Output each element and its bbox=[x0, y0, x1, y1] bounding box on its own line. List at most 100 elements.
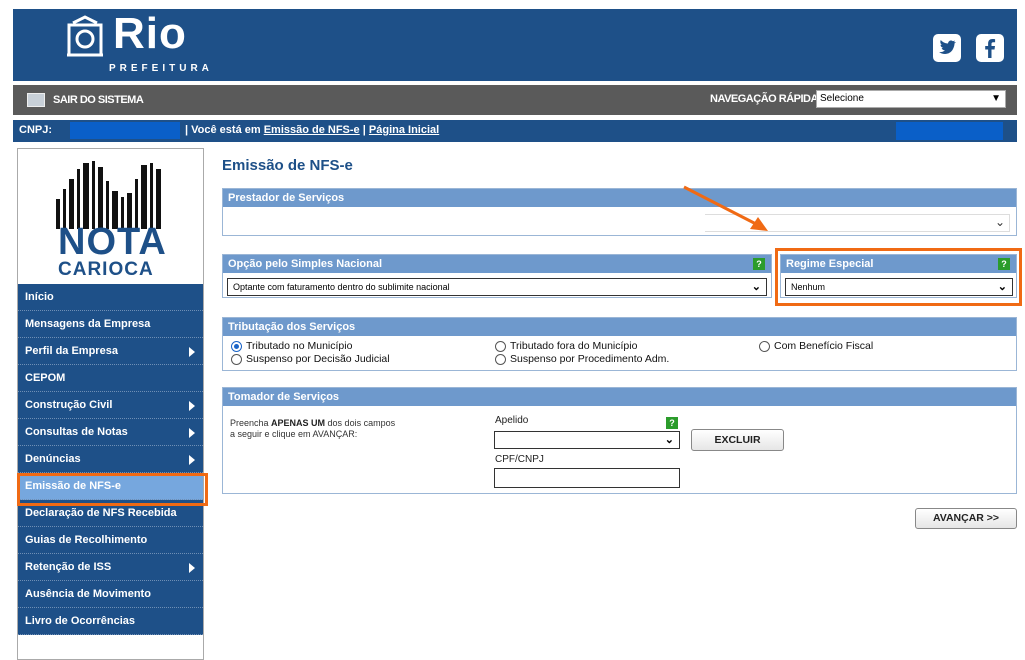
sidebar: NOTA CARIOCA Início Mensagens da Empresa… bbox=[17, 148, 204, 660]
caret-right-icon bbox=[189, 455, 195, 465]
sidebar-item-label: Declaração de NFS Recebida bbox=[25, 507, 177, 519]
apelido-label: Apelido bbox=[495, 415, 529, 426]
simples-header-label: Opção pelo Simples Nacional bbox=[228, 258, 383, 270]
simples-nacional-value: Optante com faturamento dentro do sublim… bbox=[233, 282, 450, 292]
apelido-select[interactable]: ⌄ bbox=[494, 431, 680, 449]
tributacao-panel: Tributação dos Serviços Tributado no Mun… bbox=[222, 317, 1017, 371]
tomador-instructions: Preencha APENAS UM dos dois campos a seg… bbox=[230, 418, 430, 440]
tomador-header: Tomador de Serviços bbox=[223, 388, 1016, 406]
breadcrumb-path: | Você está em Emissão de NFS-e | Página… bbox=[185, 124, 439, 136]
help-icon[interactable]: ? bbox=[753, 258, 765, 270]
highlight-box-emissao bbox=[17, 473, 208, 506]
prestador-panel: Prestador de Serviços ⌄ bbox=[222, 188, 1017, 236]
city-crest-icon bbox=[67, 15, 103, 57]
radio-suspenso-procedimento[interactable]: Suspenso por Procedimento Adm. bbox=[495, 353, 669, 365]
logo-carioca-text: CARIOCA bbox=[58, 259, 154, 280]
cpf-cnpj-input[interactable] bbox=[494, 468, 680, 488]
chevron-down-icon: ⌄ bbox=[751, 281, 761, 293]
sidebar-item-guias[interactable]: Guias de Recolhimento bbox=[18, 527, 203, 554]
site-header: Rio PREFEITURA bbox=[13, 9, 1017, 81]
sidebar-item-label: Consultas de Notas bbox=[25, 426, 128, 438]
instr-text: a seguir e clique em AVANÇAR: bbox=[230, 429, 358, 439]
logout-label: SAIR DO SISTEMA bbox=[53, 94, 144, 106]
chevron-down-icon: ⌄ bbox=[994, 215, 1005, 229]
sidebar-item-label: Denúncias bbox=[25, 453, 81, 465]
chevron-down-icon: ⌄ bbox=[664, 434, 674, 446]
breadcrumb-link-emissao[interactable]: Emissão de NFS-e bbox=[264, 124, 360, 136]
tributacao-header: Tributação dos Serviços bbox=[223, 318, 1016, 336]
radio-label: Com Benefício Fiscal bbox=[774, 340, 874, 352]
sidebar-item-perfil[interactable]: Perfil da Empresa bbox=[18, 338, 203, 365]
avancar-button[interactable]: AVANÇAR >> bbox=[915, 508, 1017, 529]
radio-label: Tributado no Município bbox=[246, 340, 353, 352]
sidebar-item-inicio[interactable]: Início bbox=[18, 284, 203, 311]
logo-subtext: PREFEITURA bbox=[109, 63, 213, 74]
pointer-arrow-icon bbox=[683, 185, 768, 231]
sidebar-item-label: CEPOM bbox=[25, 372, 66, 384]
sidebar-item-label: Construção Civil bbox=[25, 399, 113, 411]
instr-bold: APENAS UM bbox=[271, 418, 326, 428]
quick-nav-value: Selecione bbox=[820, 93, 864, 104]
logo-text: Rio bbox=[113, 9, 187, 58]
page-title: Emissão de NFS-e bbox=[222, 157, 353, 174]
excluir-button[interactable]: EXCLUIR bbox=[691, 429, 784, 451]
breadcrumb-link-home[interactable]: Página Inicial bbox=[369, 124, 439, 136]
radio-unchecked-icon bbox=[759, 340, 770, 352]
help-icon[interactable]: ? bbox=[666, 417, 678, 429]
sidebar-item-ausencia[interactable]: Ausência de Movimento bbox=[18, 581, 203, 608]
radio-suspenso-judicial[interactable]: Suspenso por Decisão Judicial bbox=[231, 353, 390, 365]
sidebar-item-consultas[interactable]: Consultas de Notas bbox=[18, 419, 203, 446]
caret-right-icon bbox=[189, 428, 195, 438]
sidebar-item-label: Ausência de Movimento bbox=[25, 588, 151, 600]
cpf-cnpj-label: CPF/CNPJ bbox=[495, 454, 544, 465]
sidebar-item-construcao[interactable]: Construção Civil bbox=[18, 392, 203, 419]
radio-tributado-municipio[interactable]: Tributado no Município bbox=[231, 340, 352, 352]
computer-icon bbox=[27, 93, 45, 107]
radio-label: Suspenso por Procedimento Adm. bbox=[510, 353, 670, 365]
quick-nav-select[interactable]: Selecione ▼ bbox=[816, 90, 1006, 108]
sidebar-item-cepom[interactable]: CEPOM bbox=[18, 365, 203, 392]
cnpj-value-redacted bbox=[70, 122, 180, 139]
caret-right-icon bbox=[189, 347, 195, 357]
sidebar-item-label: Guias de Recolhimento bbox=[25, 534, 148, 546]
simples-header: Opção pelo Simples Nacional ? bbox=[223, 255, 771, 273]
nota-carioca-logo[interactable]: NOTA CARIOCA bbox=[18, 149, 203, 284]
radio-tributado-fora[interactable]: Tributado fora do Município bbox=[495, 340, 637, 352]
user-info-redacted bbox=[896, 122, 1003, 140]
breadcrumb-separator: | bbox=[362, 124, 366, 136]
sidebar-item-label: Início bbox=[25, 291, 54, 303]
simples-nacional-panel: Opção pelo Simples Nacional ? Optante co… bbox=[222, 254, 772, 298]
highlight-box-regime bbox=[775, 248, 1022, 306]
system-bar: SAIR DO SISTEMA NAVEGAÇÃO RÁPIDA Selecio… bbox=[13, 85, 1017, 115]
sidebar-item-label: Mensagens da Empresa bbox=[25, 318, 151, 330]
sidebar-item-livro[interactable]: Livro de Ocorrências bbox=[18, 608, 203, 635]
prefeitura-rio-logo[interactable]: Rio PREFEITURA bbox=[63, 9, 209, 77]
simples-nacional-select[interactable]: Optante com faturamento dentro do sublim… bbox=[227, 278, 767, 296]
prestador-header-label: Prestador de Serviços bbox=[228, 192, 345, 204]
radio-label: Tributado fora do Município bbox=[510, 340, 638, 352]
sidebar-menu: Início Mensagens da Empresa Perfil da Em… bbox=[18, 284, 203, 635]
chevron-down-icon: ▼ bbox=[991, 93, 1001, 104]
sidebar-item-mensagens[interactable]: Mensagens da Empresa bbox=[18, 311, 203, 338]
quick-nav-label: NAVEGAÇÃO RÁPIDA bbox=[710, 93, 818, 105]
instr-text: dos dois campos bbox=[325, 418, 396, 428]
radio-label: Suspenso por Decisão Judicial bbox=[246, 353, 390, 365]
radio-beneficio-fiscal[interactable]: Com Benefício Fiscal bbox=[759, 340, 873, 352]
instr-text: Preencha bbox=[230, 418, 272, 428]
barcode-skyline-icon bbox=[56, 161, 161, 229]
twitter-icon[interactable] bbox=[933, 34, 961, 62]
sidebar-item-retencao[interactable]: Retenção de ISS bbox=[18, 554, 203, 581]
facebook-icon[interactable] bbox=[976, 34, 1004, 62]
logout-button[interactable]: SAIR DO SISTEMA bbox=[27, 93, 144, 107]
tomador-header-label: Tomador de Serviços bbox=[228, 391, 340, 403]
breadcrumb: CNPJ: | Você está em Emissão de NFS-e | … bbox=[13, 120, 1017, 142]
radio-unchecked-icon bbox=[495, 340, 506, 352]
sidebar-item-label: Livro de Ocorrências bbox=[25, 615, 136, 627]
prestador-select[interactable]: ⌄ bbox=[227, 212, 1011, 233]
sidebar-item-denuncias[interactable]: Denúncias bbox=[18, 446, 203, 473]
cnpj-label: CNPJ: bbox=[19, 124, 53, 136]
caret-right-icon bbox=[189, 563, 195, 573]
logo-nota-text: NOTA bbox=[58, 221, 167, 263]
tomador-panel: Tomador de Serviços Preencha APENAS UM d… bbox=[222, 387, 1017, 494]
tributacao-header-label: Tributação dos Serviços bbox=[228, 321, 356, 333]
